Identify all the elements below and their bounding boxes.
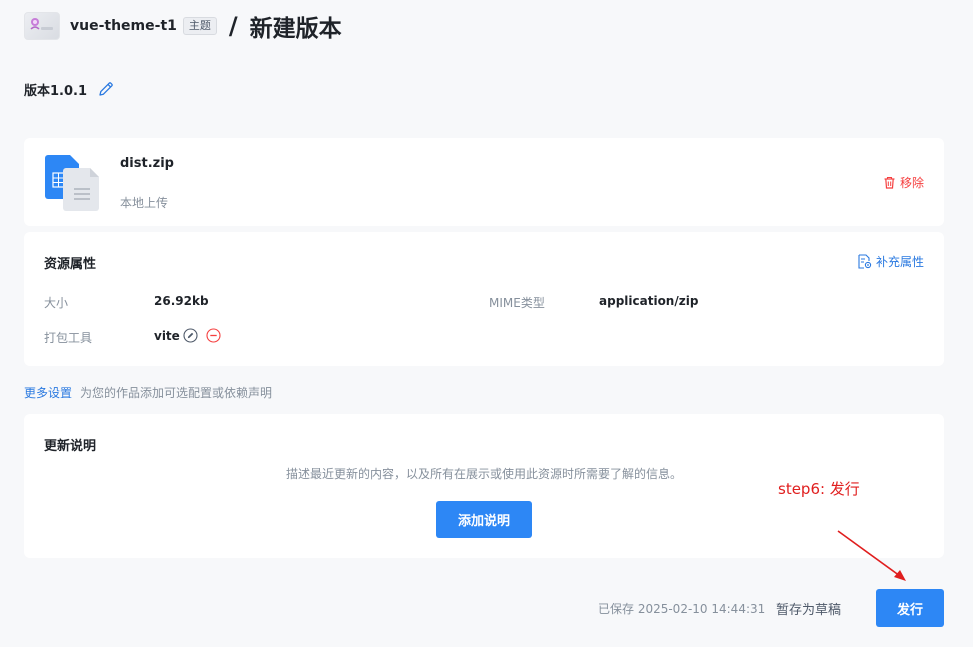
more-settings-row: 更多设置 为您的作品添加可选配置或依赖声明 bbox=[24, 384, 272, 401]
file-card: dist.zip 本地上传 移除 bbox=[24, 138, 944, 226]
notes-title: 更新说明 bbox=[44, 439, 97, 454]
document-file-icon bbox=[44, 153, 100, 211]
mime-type-label: MIME类型 bbox=[489, 296, 545, 310]
file-name: dist.zip bbox=[120, 156, 174, 171]
page-header: vue-theme-t1 主题 / 新建版本 bbox=[24, 10, 342, 42]
page-title: 新建版本 bbox=[249, 16, 342, 42]
build-tool-label: 打包工具 bbox=[44, 331, 93, 345]
type-tag: 主题 bbox=[182, 17, 217, 35]
add-attribute-label: 补充属性 bbox=[875, 255, 924, 269]
version-label: 版本1.0.1 bbox=[24, 83, 88, 99]
pencil-icon[interactable] bbox=[97, 80, 115, 98]
add-attribute-button[interactable]: 补充属性 bbox=[857, 253, 924, 270]
remove-button[interactable]: 移除 bbox=[883, 174, 924, 191]
properties-title: 资源属性 bbox=[44, 257, 97, 272]
step-annotation: step6: 发行 bbox=[778, 480, 860, 498]
settings-file-icon bbox=[857, 254, 872, 269]
save-draft-button[interactable]: 暂存为草稿 bbox=[776, 599, 841, 618]
breadcrumb-separator: / bbox=[228, 12, 238, 40]
size-value: 26.92kb bbox=[154, 294, 209, 308]
project-name[interactable]: vue-theme-t1 bbox=[70, 18, 177, 34]
file-source: 本地上传 bbox=[120, 196, 169, 210]
build-tool-actions bbox=[183, 328, 221, 343]
mime-type-value: application/zip bbox=[599, 294, 699, 308]
build-tool-value: vite bbox=[154, 329, 180, 343]
annotation-arrow-icon bbox=[837, 530, 906, 581]
more-settings-description: 为您的作品添加可选配置或依赖声明 bbox=[80, 386, 273, 400]
saved-status: 已保存 2025-02-10 14:44:31 bbox=[598, 602, 766, 616]
resource-properties-card: 资源属性 补充属性 大小 26.92kb MIME类型 application/… bbox=[24, 232, 944, 366]
remove-circle-icon[interactable] bbox=[206, 328, 221, 343]
publish-button[interactable]: 发行 bbox=[876, 589, 944, 627]
add-notes-button[interactable]: 添加说明 bbox=[436, 501, 532, 538]
edit-circle-icon[interactable] bbox=[183, 328, 198, 343]
version-row: 版本1.0.1 bbox=[24, 78, 115, 100]
theme-thumbnail[interactable] bbox=[24, 12, 60, 40]
more-settings-link[interactable]: 更多设置 bbox=[24, 384, 72, 401]
size-label: 大小 bbox=[44, 296, 69, 310]
trash-icon bbox=[883, 176, 896, 189]
remove-label: 移除 bbox=[899, 176, 924, 190]
